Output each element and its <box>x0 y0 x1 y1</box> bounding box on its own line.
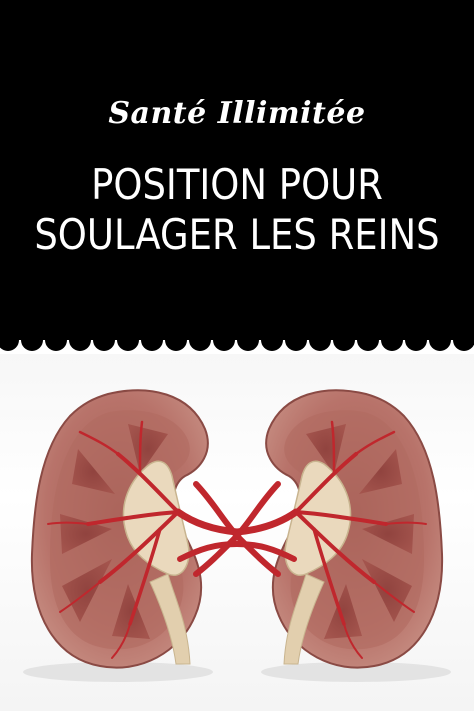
pin-card: Santé Illimitée POSITION POUR SOULAGER L… <box>0 0 474 711</box>
scalloped-edge <box>0 330 474 351</box>
title-line-1: POSITION POUR <box>91 160 383 209</box>
left-kidney <box>30 389 241 669</box>
header-banner: Santé Illimitée POSITION POUR SOULAGER L… <box>0 0 474 340</box>
brand-name: Santé Illimitée <box>108 96 366 131</box>
title-line-2: SOULAGER LES REINS <box>34 210 440 259</box>
right-kidney <box>233 389 444 669</box>
kidney-illustration <box>0 354 474 711</box>
page-title: POSITION POUR SOULAGER LES REINS <box>28 160 445 260</box>
